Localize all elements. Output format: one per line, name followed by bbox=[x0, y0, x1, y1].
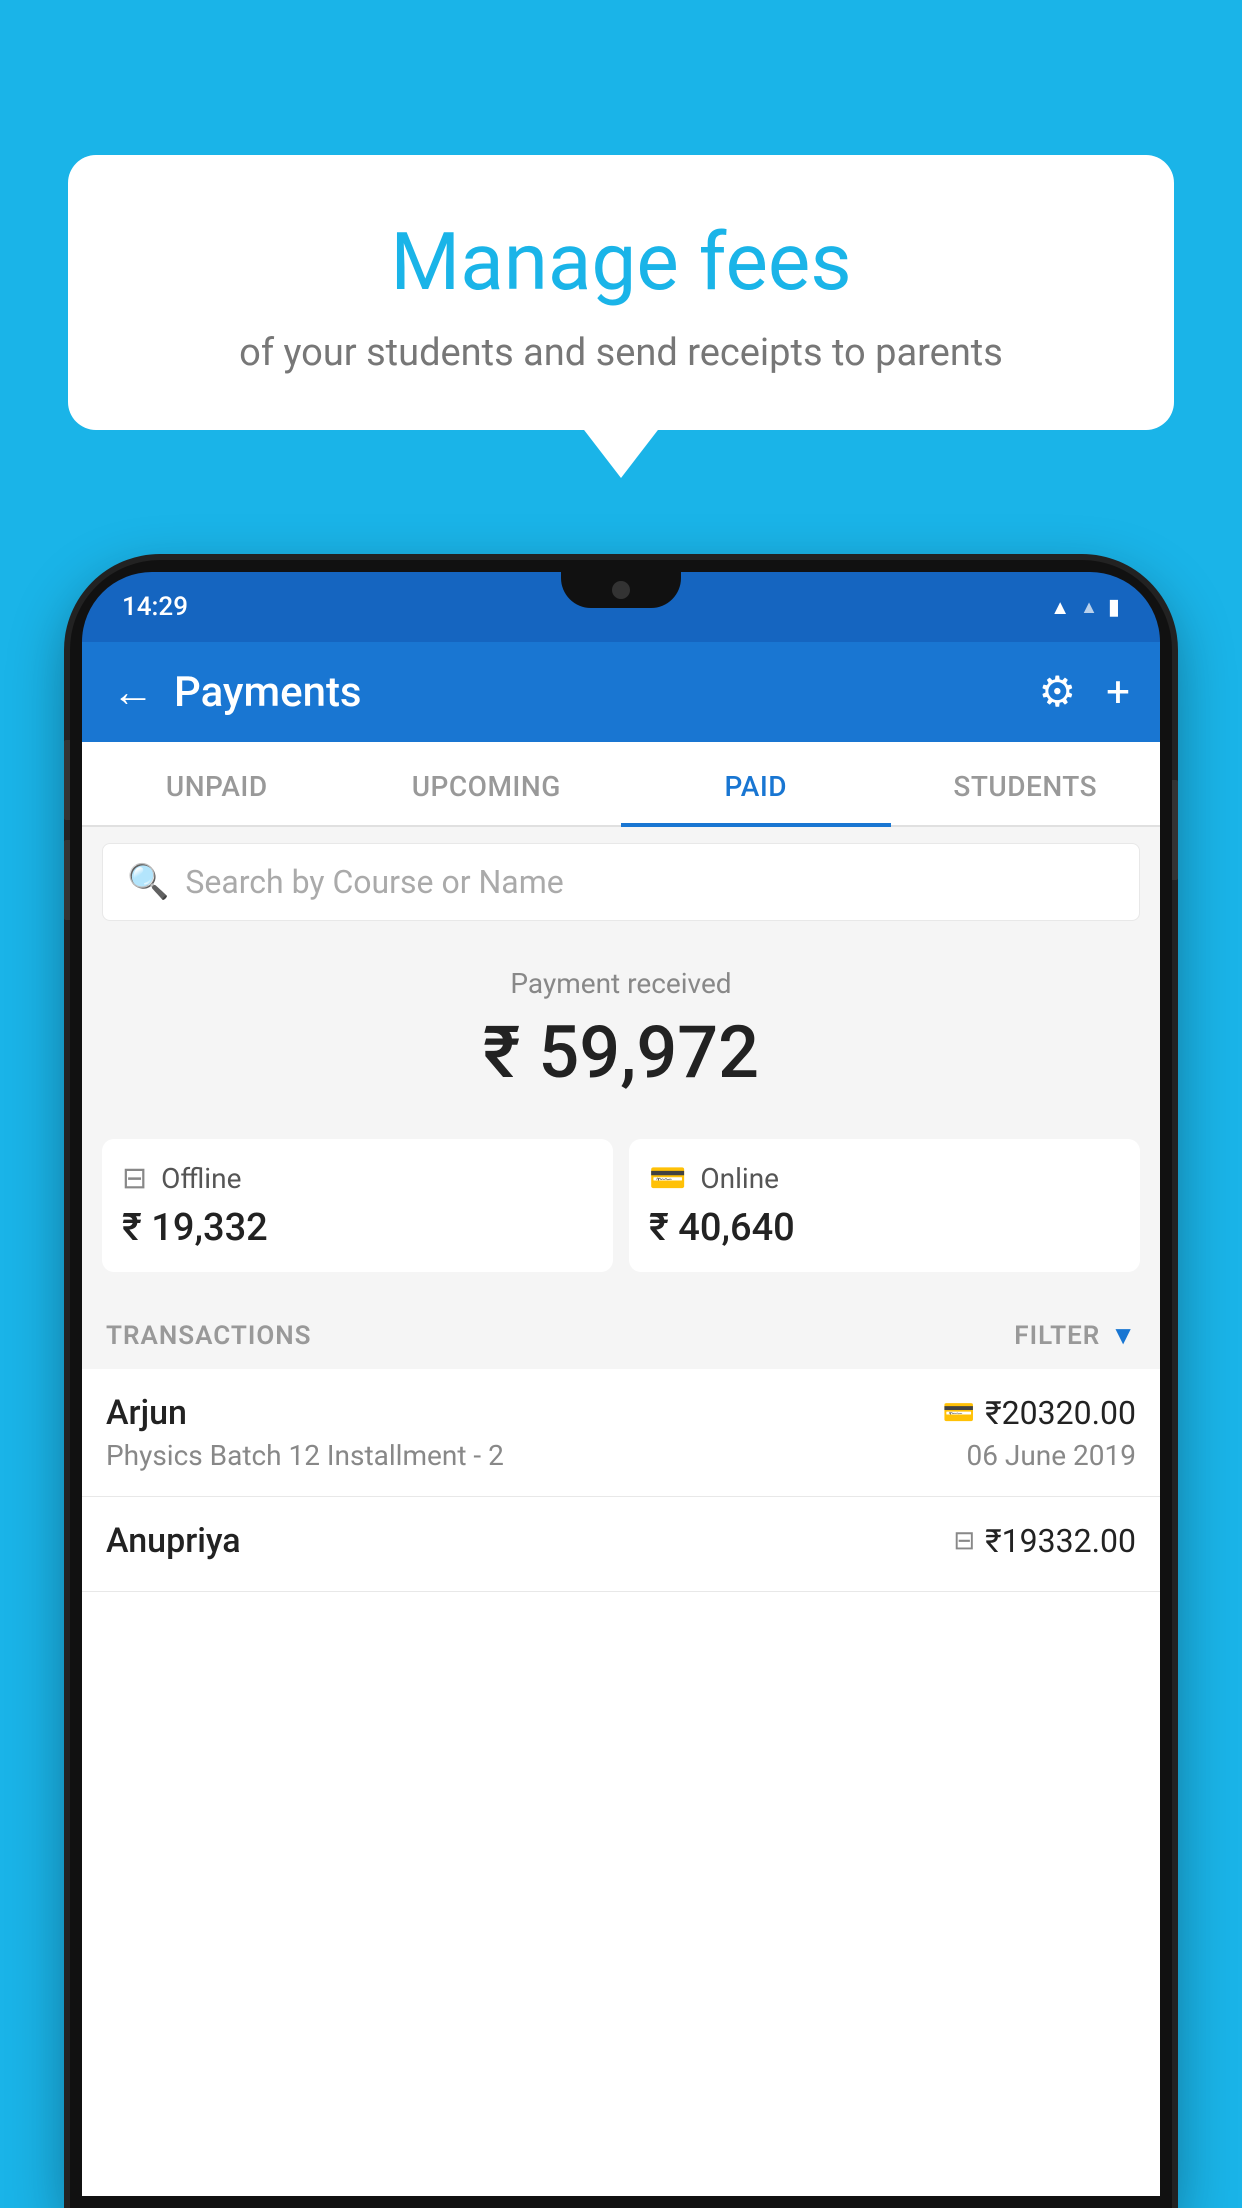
payment-summary: Payment received ₹ 59,972 bbox=[82, 937, 1160, 1119]
txn-name: Arjun bbox=[106, 1393, 187, 1433]
tab-paid[interactable]: PAID bbox=[621, 742, 891, 825]
speech-bubble-container: Manage fees of your students and send re… bbox=[68, 155, 1174, 430]
signal-icon: ▲ bbox=[1080, 597, 1098, 618]
payment-cards: ⊟ Offline ₹ 19,332 💳 Online ₹ 40,640 bbox=[82, 1119, 1160, 1296]
bubble-subtitle: of your students and send receipts to pa… bbox=[118, 331, 1124, 375]
txn-date: 06 June 2019 bbox=[966, 1439, 1136, 1472]
online-label: Online bbox=[700, 1162, 779, 1195]
phone-notch bbox=[561, 572, 681, 608]
offline-label: Offline bbox=[161, 1162, 241, 1195]
phone-frame: 14:29 ▲ ▲ ▮ ← Payments ⚙ + UNPAID UPCOMI… bbox=[70, 560, 1172, 2208]
txn-amount-wrap-2: ⊟ ₹19332.00 bbox=[953, 1522, 1136, 1560]
transactions-label: TRANSACTIONS bbox=[106, 1321, 312, 1351]
status-icons: ▲ ▲ ▮ bbox=[1050, 595, 1120, 620]
bubble-title: Manage fees bbox=[118, 215, 1124, 309]
txn-payment-icon-2: ⊟ bbox=[953, 1526, 975, 1556]
search-placeholder: Search by Course or Name bbox=[185, 863, 563, 901]
app-header: ← Payments ⚙ + bbox=[82, 642, 1160, 742]
txn-bottom-row: Physics Batch 12 Installment - 2 06 June… bbox=[106, 1439, 1136, 1472]
offline-icon: ⊟ bbox=[122, 1161, 147, 1196]
txn-payment-icon: 💳 bbox=[943, 1398, 975, 1428]
transaction-row[interactable]: Anupriya ⊟ ₹19332.00 bbox=[82, 1497, 1160, 1592]
txn-amount-2: ₹19332.00 bbox=[985, 1522, 1136, 1560]
payment-received-label: Payment received bbox=[102, 967, 1140, 1000]
filter-button[interactable]: FILTER ▼ bbox=[1014, 1320, 1136, 1351]
transaction-row[interactable]: Arjun 💳 ₹20320.00 Physics Batch 12 Insta… bbox=[82, 1369, 1160, 1497]
offline-card-top: ⊟ Offline bbox=[122, 1161, 593, 1196]
txn-amount: ₹20320.00 bbox=[985, 1394, 1136, 1432]
offline-payment-card: ⊟ Offline ₹ 19,332 bbox=[102, 1139, 613, 1272]
status-time: 14:29 bbox=[122, 592, 188, 622]
camera bbox=[612, 581, 630, 599]
payment-total-amount: ₹ 59,972 bbox=[102, 1010, 1140, 1095]
tab-students[interactable]: STUDENTS bbox=[891, 742, 1161, 825]
txn-amount-wrap: 💳 ₹20320.00 bbox=[943, 1394, 1136, 1432]
filter-label: FILTER bbox=[1014, 1321, 1100, 1351]
transactions-header: TRANSACTIONS FILTER ▼ bbox=[82, 1296, 1160, 1369]
search-bar: 🔍 Search by Course or Name bbox=[82, 827, 1160, 937]
online-payment-card: 💳 Online ₹ 40,640 bbox=[629, 1139, 1140, 1272]
online-card-top: 💳 Online bbox=[649, 1161, 1120, 1196]
back-button[interactable]: ← bbox=[112, 668, 154, 717]
online-amount: ₹ 40,640 bbox=[649, 1206, 1120, 1250]
header-icons: ⚙ + bbox=[1039, 667, 1131, 717]
settings-icon[interactable]: ⚙ bbox=[1039, 667, 1077, 717]
app-content: ← Payments ⚙ + UNPAID UPCOMING PAID STUD… bbox=[82, 642, 1160, 2196]
volume-up-button bbox=[64, 740, 70, 820]
power-button bbox=[1172, 780, 1178, 880]
tab-unpaid[interactable]: UNPAID bbox=[82, 742, 352, 825]
offline-amount: ₹ 19,332 bbox=[122, 1206, 593, 1250]
txn-name-2: Anupriya bbox=[106, 1521, 241, 1561]
tabs-bar: UNPAID UPCOMING PAID STUDENTS bbox=[82, 742, 1160, 827]
txn-top-row-2: Anupriya ⊟ ₹19332.00 bbox=[106, 1521, 1136, 1561]
filter-icon: ▼ bbox=[1110, 1320, 1136, 1351]
volume-down-button bbox=[64, 840, 70, 920]
search-input-wrap[interactable]: 🔍 Search by Course or Name bbox=[102, 843, 1140, 921]
txn-top-row: Arjun 💳 ₹20320.00 bbox=[106, 1393, 1136, 1433]
online-icon: 💳 bbox=[649, 1161, 686, 1196]
tab-upcoming[interactable]: UPCOMING bbox=[352, 742, 622, 825]
txn-course: Physics Batch 12 Installment - 2 bbox=[106, 1439, 504, 1472]
page-title: Payments bbox=[174, 668, 1019, 717]
search-icon: 🔍 bbox=[127, 862, 169, 902]
battery-icon: ▮ bbox=[1108, 595, 1120, 620]
add-button[interactable]: + bbox=[1106, 668, 1130, 717]
speech-bubble: Manage fees of your students and send re… bbox=[68, 155, 1174, 430]
wifi-icon: ▲ bbox=[1050, 595, 1070, 620]
status-bar: 14:29 ▲ ▲ ▮ bbox=[82, 572, 1160, 642]
